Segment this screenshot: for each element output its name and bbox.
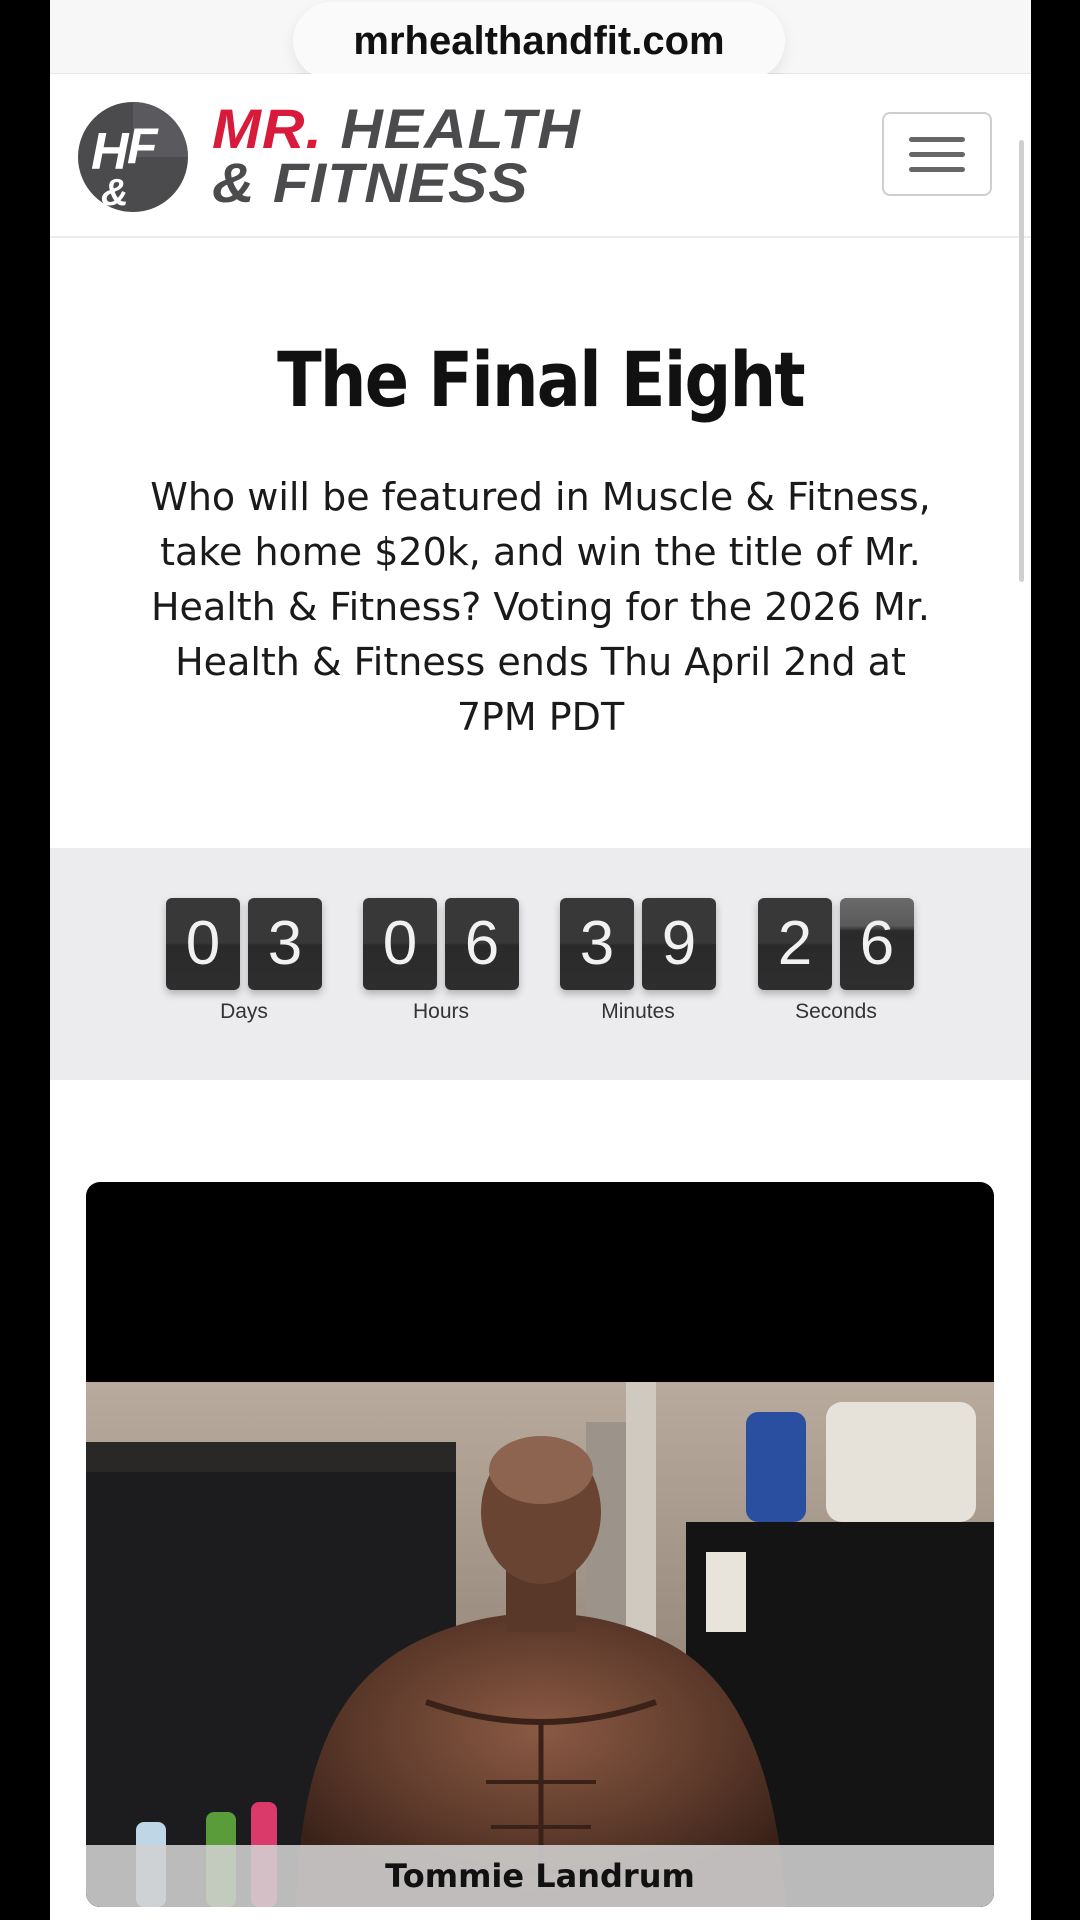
logo-fitness-text: & FITNESS	[212, 151, 529, 214]
countdown-minutes: 3 9 Minutes	[560, 898, 718, 1058]
site-logo-icon[interactable]: H F &	[77, 101, 189, 214]
days-digit-2: 3	[248, 898, 322, 990]
hours-label: Hours	[412, 1000, 470, 1023]
hamburger-icon-bar	[909, 166, 965, 172]
countdown-seconds: 2 6 Seconds	[758, 898, 916, 1058]
days-digit-1: 0	[166, 898, 240, 990]
countdown-days: 0 3 Days	[166, 898, 324, 1058]
web-page: mrhealthandfit.com H F & MR. HEALTH & FI…	[50, 0, 1031, 1920]
seconds-digit-1: 2	[758, 898, 832, 990]
minutes-digit-1: 3	[560, 898, 634, 990]
page-scrollbar[interactable]	[1019, 140, 1024, 582]
svg-text:F: F	[127, 118, 159, 174]
svg-text:&: &	[101, 172, 128, 213]
hours-digit-2: 6	[445, 898, 519, 990]
seconds-label: Seconds	[795, 1000, 877, 1023]
hamburger-icon-bar	[909, 151, 965, 157]
contestant-name: Tommie Landrum	[86, 1845, 994, 1907]
url-field[interactable]: mrhealthandfit.com	[293, 2, 785, 80]
site-logo-wordmark[interactable]: MR. HEALTH & FITNESS	[212, 101, 581, 214]
browser-address-bar: mrhealthandfit.com	[50, 0, 1031, 80]
page-title: The Final Eight	[277, 335, 806, 424]
countdown-hours: 0 6 Hours	[363, 898, 521, 1058]
hamburger-icon	[909, 136, 965, 142]
minutes-label: Minutes	[601, 1000, 675, 1023]
hours-digit-1: 0	[363, 898, 437, 990]
minutes-digit-2: 9	[642, 898, 716, 990]
contestant-card[interactable]: Tommie Landrum	[86, 1182, 994, 1907]
days-label: Days	[220, 1000, 268, 1023]
site-header: H F & MR. HEALTH & FITNESS	[50, 74, 1031, 238]
page-description: Who will be featured in Muscle & Fitness…	[150, 475, 931, 739]
countdown-timer: 0 3 Days 0 6 Hours 3 9 Minutes 2 6 Secon…	[50, 848, 1031, 1080]
seconds-digit-2: 6	[840, 898, 914, 990]
hamburger-menu-button[interactable]	[882, 112, 992, 196]
contestant-photo[interactable]	[86, 1382, 994, 1907]
